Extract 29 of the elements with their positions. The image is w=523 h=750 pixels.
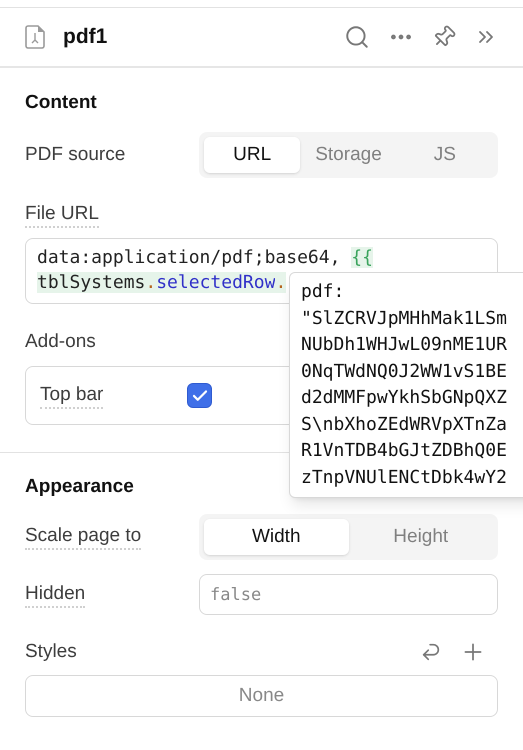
addon-label: Top bar xyxy=(40,382,104,408)
segment-tab[interactable]: JS xyxy=(396,137,493,173)
hidden-field[interactable]: false xyxy=(199,574,498,615)
popup-line: pdf: xyxy=(301,280,344,304)
field-label: Scale page to xyxy=(25,524,142,550)
section-title: Appearance xyxy=(25,475,134,499)
popup-line: zTnpVNUlENCtDbk4wY2 xyxy=(301,466,507,490)
search-icon[interactable] xyxy=(344,24,370,50)
pdf-file-icon xyxy=(25,25,46,49)
component-title: pdf1 xyxy=(63,24,108,50)
field-label: Add-ons xyxy=(25,330,96,354)
segment-tab[interactable]: Height xyxy=(348,519,493,555)
redo-icon[interactable] xyxy=(420,641,442,663)
popup-line: R1VnTDB4bGJtZDBhQ0E xyxy=(301,439,507,463)
popup-line: d2dMMFpwYkhSbGNpQXZ xyxy=(301,386,507,410)
segment-tab[interactable]: Width xyxy=(204,519,348,555)
popup-line: S\nbXhoZEdWRVpXTnZa xyxy=(301,412,507,436)
checkbox[interactable] xyxy=(187,383,212,408)
field-label: PDF source xyxy=(25,143,126,167)
section-title: Content xyxy=(25,91,97,115)
popup-line: "SlZCRVJpMHhMak1LSm xyxy=(301,306,507,330)
field-label: Styles xyxy=(25,640,77,664)
field-label: File URL xyxy=(25,202,99,228)
segment-tab[interactable]: Storage xyxy=(300,137,397,173)
popup-line: NUbDh1WHJwL09nME1UR xyxy=(301,333,507,357)
styles-select[interactable]: None xyxy=(25,675,498,717)
segment-tab[interactable]: URL xyxy=(204,137,300,173)
popup-line: 0NqTWdNQ0J2WW1vS1BE xyxy=(301,360,507,384)
field-label: Hidden xyxy=(25,582,86,608)
